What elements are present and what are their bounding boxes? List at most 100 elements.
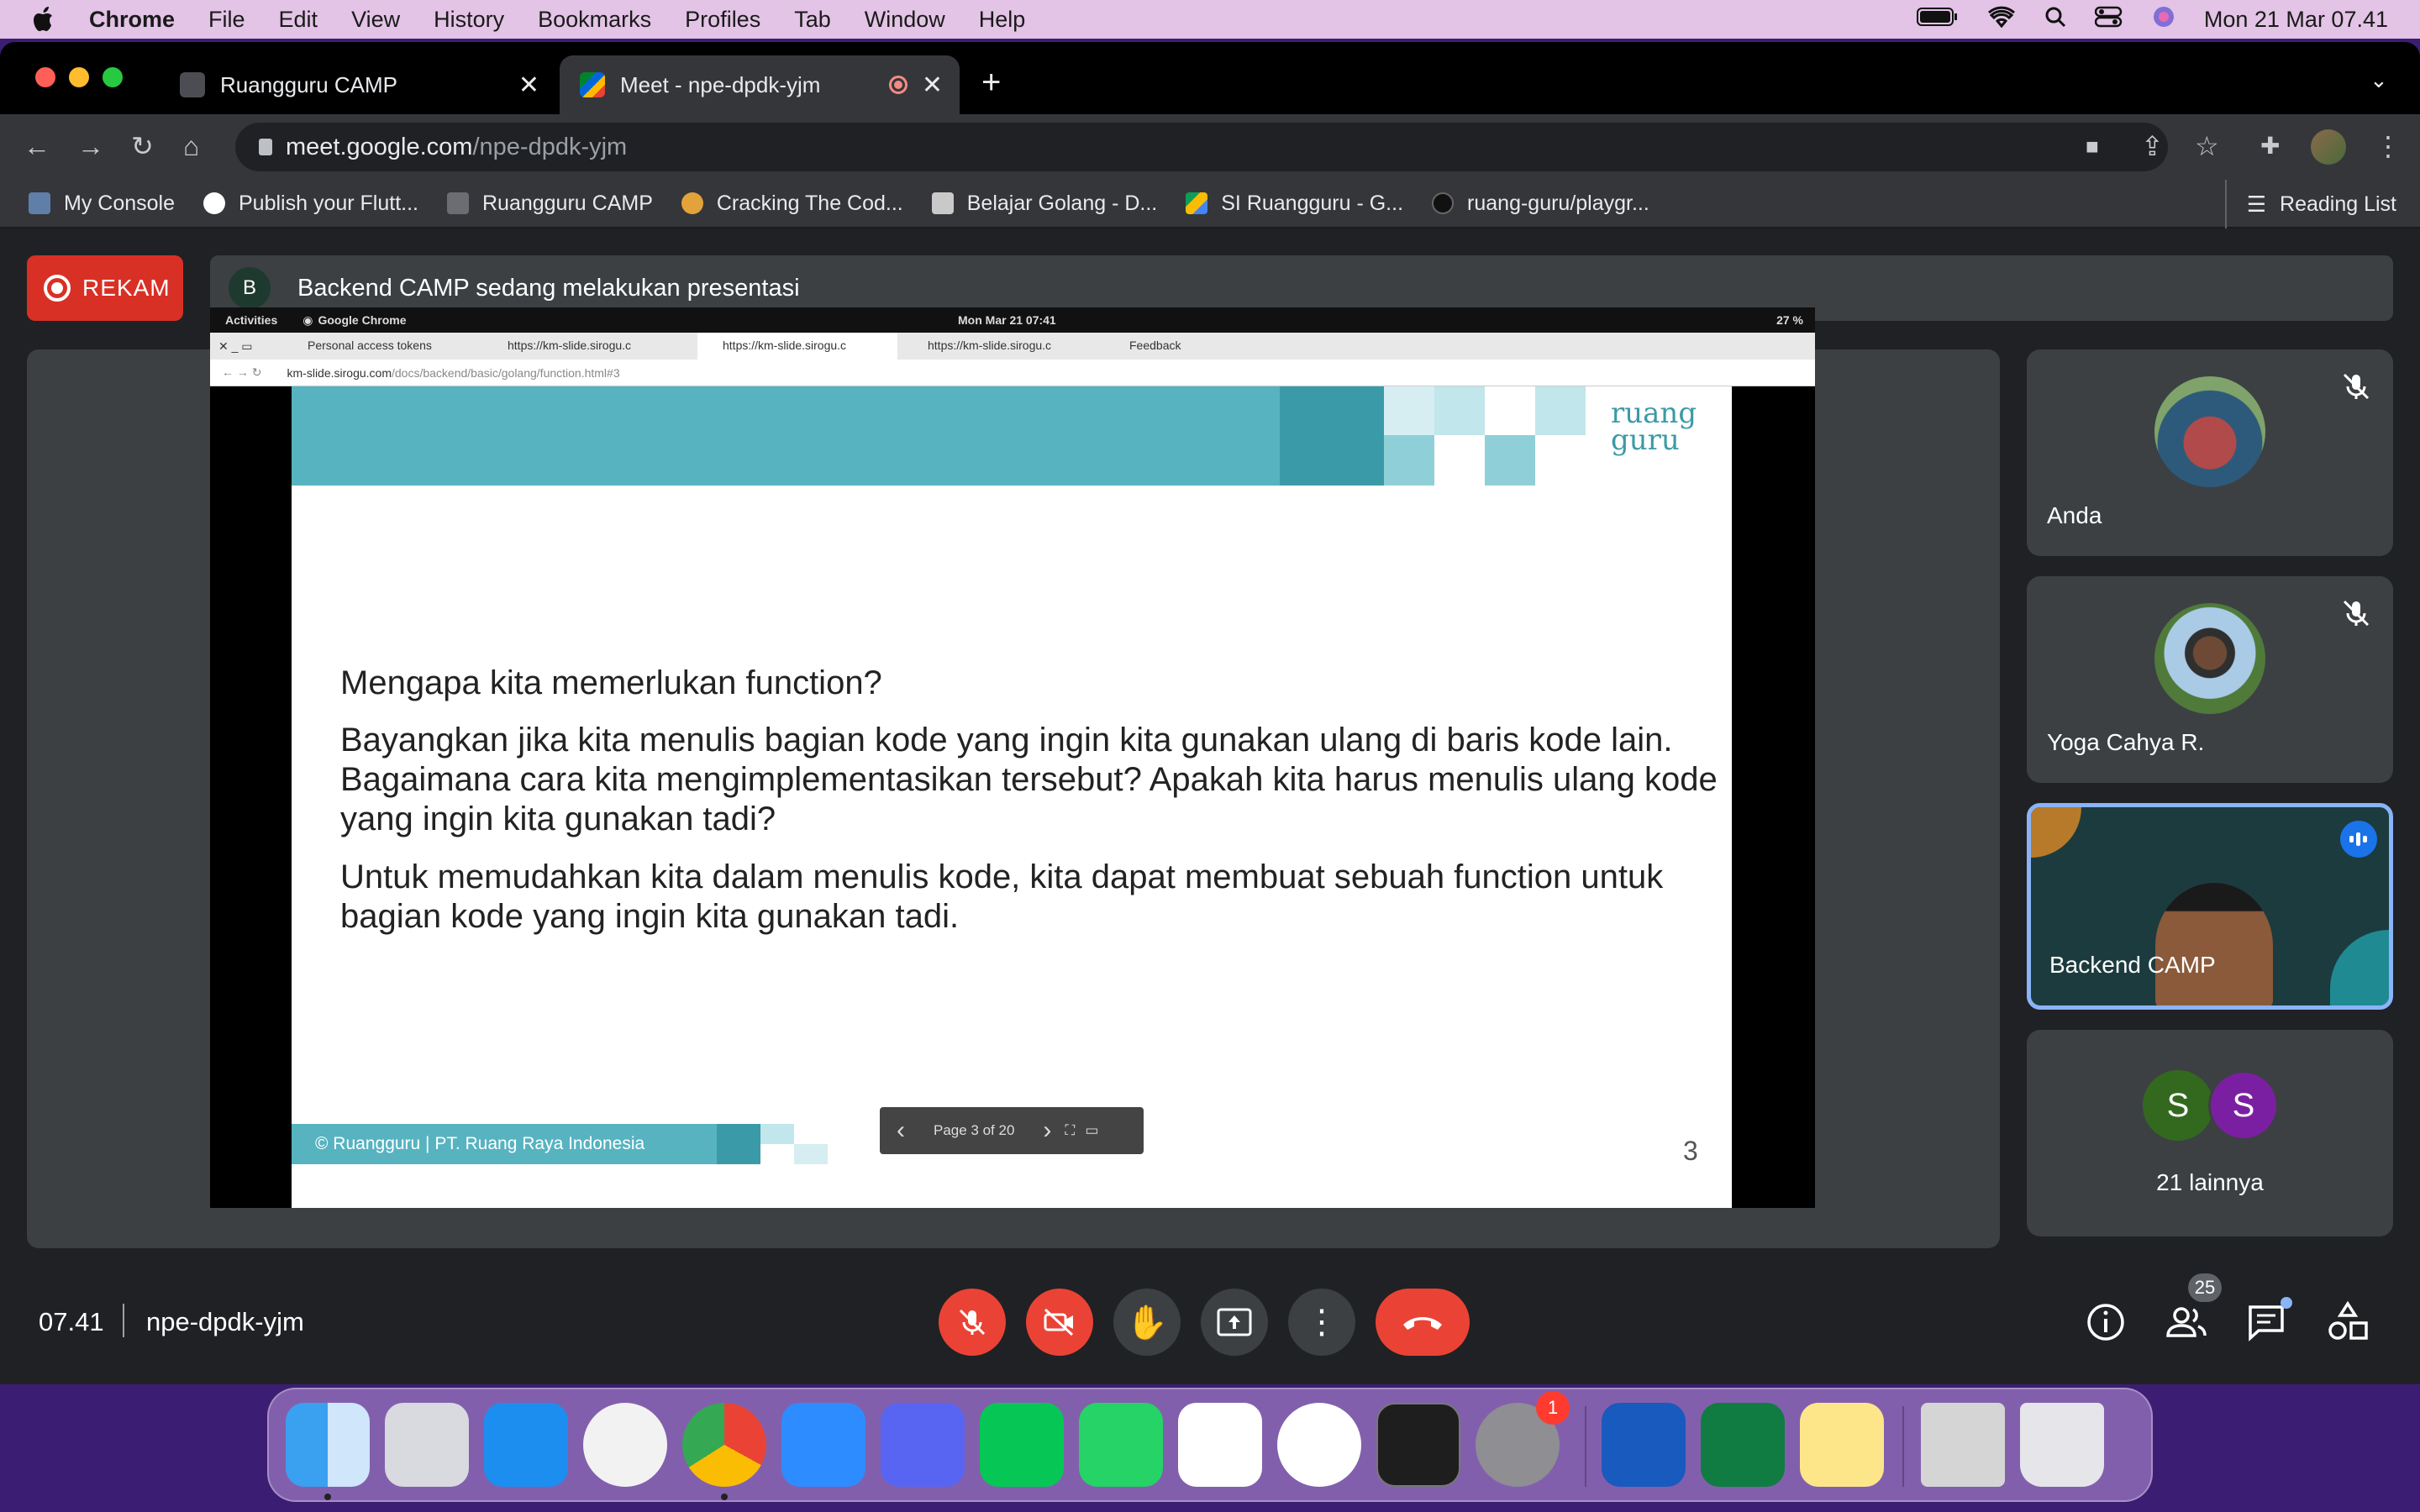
terminal-icon[interactable] [1376,1403,1460,1487]
menu-tab[interactable]: Tab [794,7,831,33]
slide-footer: © Ruangguru | PT. Ruang Raya Indonesia [292,1124,717,1164]
reload-icon[interactable]: ↻ [131,129,154,163]
raise-hand-button[interactable]: ✋ [1113,1289,1181,1356]
menu-clock[interactable]: Mon 21 Mar 07.41 [2204,7,2388,33]
apple-icon[interactable] [32,5,57,34]
minimize-window-button[interactable] [69,67,89,87]
bookmark-ruang-guru-playground[interactable]: ruang-guru/playgr... [1432,192,1649,216]
people-button[interactable]: 25 [2165,1273,2222,1344]
notes-icon[interactable] [1800,1403,1884,1487]
menu-help[interactable]: Help [979,7,1026,33]
close-window-button[interactable] [35,67,55,87]
android-studio-icon[interactable] [1277,1403,1361,1487]
menu-app-name[interactable]: Chrome [89,7,175,33]
leave-call-button[interactable] [1376,1289,1470,1356]
bookmark-belajar-golang[interactable]: Belajar Golang - D... [931,192,1157,216]
extensions-puzzle-icon[interactable]: ✚ [2260,129,2280,163]
camera-in-use-icon[interactable]: ■ [2086,129,2099,163]
whatsapp-icon[interactable] [1079,1403,1163,1487]
finder-icon[interactable] [286,1403,370,1487]
prev-slide-icon[interactable]: ‹ [897,1116,905,1145]
spotlight-search-icon[interactable] [2044,6,2066,34]
app-store-icon[interactable] [484,1403,568,1487]
presenter-icon[interactable]: ▭ [1085,1122,1098,1139]
inner-url-host: km-slide.sirogu.com [287,365,392,380]
vscode-icon[interactable] [1178,1403,1262,1487]
tab-search-chevron-icon[interactable]: ⌄ [2370,67,2388,93]
speaking-indicator-icon [2340,821,2377,858]
participant-tile-anda[interactable]: Anda [2027,349,2393,556]
next-slide-icon[interactable]: › [1043,1116,1051,1145]
bookmark-label: My Console [64,191,175,215]
meeting-details-info-icon[interactable] [2084,1300,2128,1344]
new-tab-button[interactable]: + [981,66,1001,99]
forward-arrow-icon[interactable]: → [77,129,104,163]
bookmark-ruangguru-camp[interactable]: Ruangguru CAMP [446,192,653,216]
line-icon[interactable] [980,1403,1064,1487]
profile-avatar[interactable] [2311,129,2346,165]
menu-bookmarks[interactable]: Bookmarks [538,7,651,33]
discord-icon[interactable] [881,1403,965,1487]
safari-icon[interactable] [583,1403,667,1487]
menu-profiles[interactable]: Profiles [685,7,760,33]
home-icon[interactable]: ⌂ [183,129,199,163]
back-arrow-icon[interactable]: ← [24,129,50,163]
console-icon [29,192,50,214]
participant-name: Yoga Cahya R. [2047,729,2205,755]
more-vert-icon[interactable]: ⋮ [2375,129,2402,163]
menu-edit[interactable]: Edit [279,7,318,33]
tab-meet[interactable]: Meet - npe-dpdk-yjm ✕ [560,55,960,114]
close-tab-icon[interactable]: ✕ [518,71,539,100]
chrome-icon[interactable] [682,1403,766,1487]
control-center-icon[interactable] [2094,6,2123,34]
battery-icon[interactable] [1916,7,1959,33]
slide-pager[interactable]: ‹ Page 3 of 20 › ⛶ ▭ [880,1107,1144,1154]
bookmark-cracking-code[interactable]: Cracking The Cod... [681,192,903,216]
bookmark-star-icon[interactable]: ☆ [2195,129,2219,163]
mic-toggle-button[interactable] [939,1289,1006,1356]
camera-toggle-button[interactable] [1026,1289,1093,1356]
xlsx-file-icon[interactable] [1921,1403,2005,1487]
menu-view[interactable]: View [351,7,400,33]
background-shape [2330,930,2389,1005]
ruangguru-favicon [180,72,205,97]
more-options-button[interactable]: ⋮ [1288,1289,1355,1356]
zoom-icon[interactable] [781,1403,865,1487]
close-tab-icon[interactable]: ✕ [922,71,943,100]
tab-ruangguru-camp[interactable]: Ruangguru CAMP ✕ [160,55,556,114]
participant-tile-yoga[interactable]: Yoga Cahya R. [2027,576,2393,783]
book-icon [681,192,703,214]
microsoft-word-icon[interactable] [1602,1403,1686,1487]
presentation-message: Backend CAMP sedang melakukan presentasi [297,274,800,302]
participant-tile-backend-camp[interactable]: Backend CAMP [2027,803,2393,1010]
more-vert-icon: ⋮ [1305,1304,1339,1341]
deco-square [1384,386,1434,435]
lock-icon[interactable] [259,139,272,155]
recording-badge[interactable]: REKAM [27,255,183,321]
chat-button[interactable] [2245,1297,2292,1344]
slide-page-number: 3 [1683,1136,1698,1166]
present-now-button[interactable] [1201,1289,1268,1356]
activities-shapes-icon[interactable] [2326,1300,2370,1344]
bookmark-my-console[interactable]: My Console [29,192,175,216]
record-icon [44,275,71,302]
globe-icon [203,192,225,214]
share-icon[interactable]: ⇪ [2141,129,2164,163]
unread-dot [2281,1297,2292,1309]
participant-tile-others[interactable]: S S 21 lainnya [2027,1030,2393,1236]
microsoft-excel-icon[interactable] [1701,1403,1785,1487]
menu-window[interactable]: Window [865,7,945,33]
reading-list-button[interactable]: ☰ Reading List [2224,180,2396,228]
menu-history[interactable]: History [434,7,504,33]
zoom-window-button[interactable] [103,67,123,87]
slide-paragraph: Untuk memudahkan kita dalam menulis kode… [340,858,1664,935]
fullscreen-icon[interactable]: ⛶ [1065,1122,1075,1139]
trash-icon[interactable] [2020,1403,2104,1487]
address-bar[interactable]: meet.google.com/npe-dpdk-yjm [235,123,2168,171]
wifi-icon[interactable] [1987,6,2016,34]
menu-file[interactable]: File [208,7,245,33]
siri-icon[interactable] [2152,5,2175,34]
bookmark-si-ruangguru[interactable]: SI Ruangguru - G... [1186,192,1403,216]
bookmark-publish-flutter[interactable]: Publish your Flutt... [203,192,418,216]
launchpad-icon[interactable] [385,1403,469,1487]
